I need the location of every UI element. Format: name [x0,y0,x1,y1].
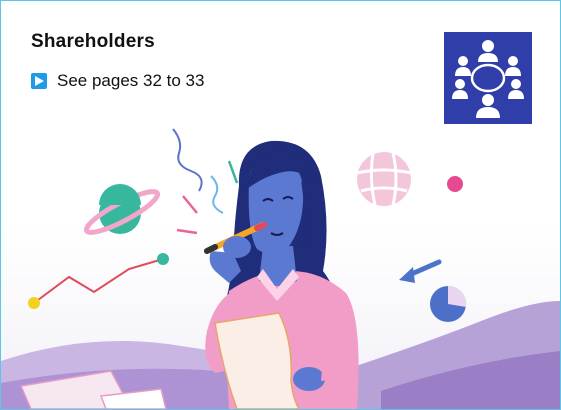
shareholders-card: Shareholders See pages 32 to 33 [0,0,561,410]
woman-thinking-illustration [1,128,560,409]
